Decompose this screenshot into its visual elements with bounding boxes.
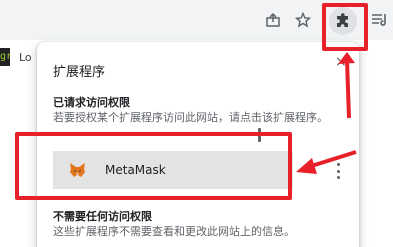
popup-title: 扩展程序 — [53, 65, 106, 80]
reading-list-icon[interactable] — [371, 11, 389, 29]
annotation-box-extensions-button — [322, 3, 368, 51]
page-partial-text: Lo — [19, 51, 32, 64]
section-none-description: 这些扩展程序不需要查看和更改此网站上的信息。 — [53, 225, 295, 238]
section-requested-title: 已请求访问权限 — [53, 96, 130, 109]
annotation-box-metamask-row — [15, 132, 292, 200]
share-icon[interactable] — [264, 11, 282, 29]
close-icon[interactable]: × — [335, 54, 347, 70]
section-requested-description: 若要授权某个扩展程序访问此网站，请点击该扩展程序。 — [53, 111, 328, 124]
star-icon[interactable] — [294, 11, 312, 29]
more-options-icon[interactable] — [336, 163, 340, 179]
page-thumbnail: gr — [0, 48, 10, 66]
section-none-title: 不需要任何访问权限 — [53, 210, 152, 223]
